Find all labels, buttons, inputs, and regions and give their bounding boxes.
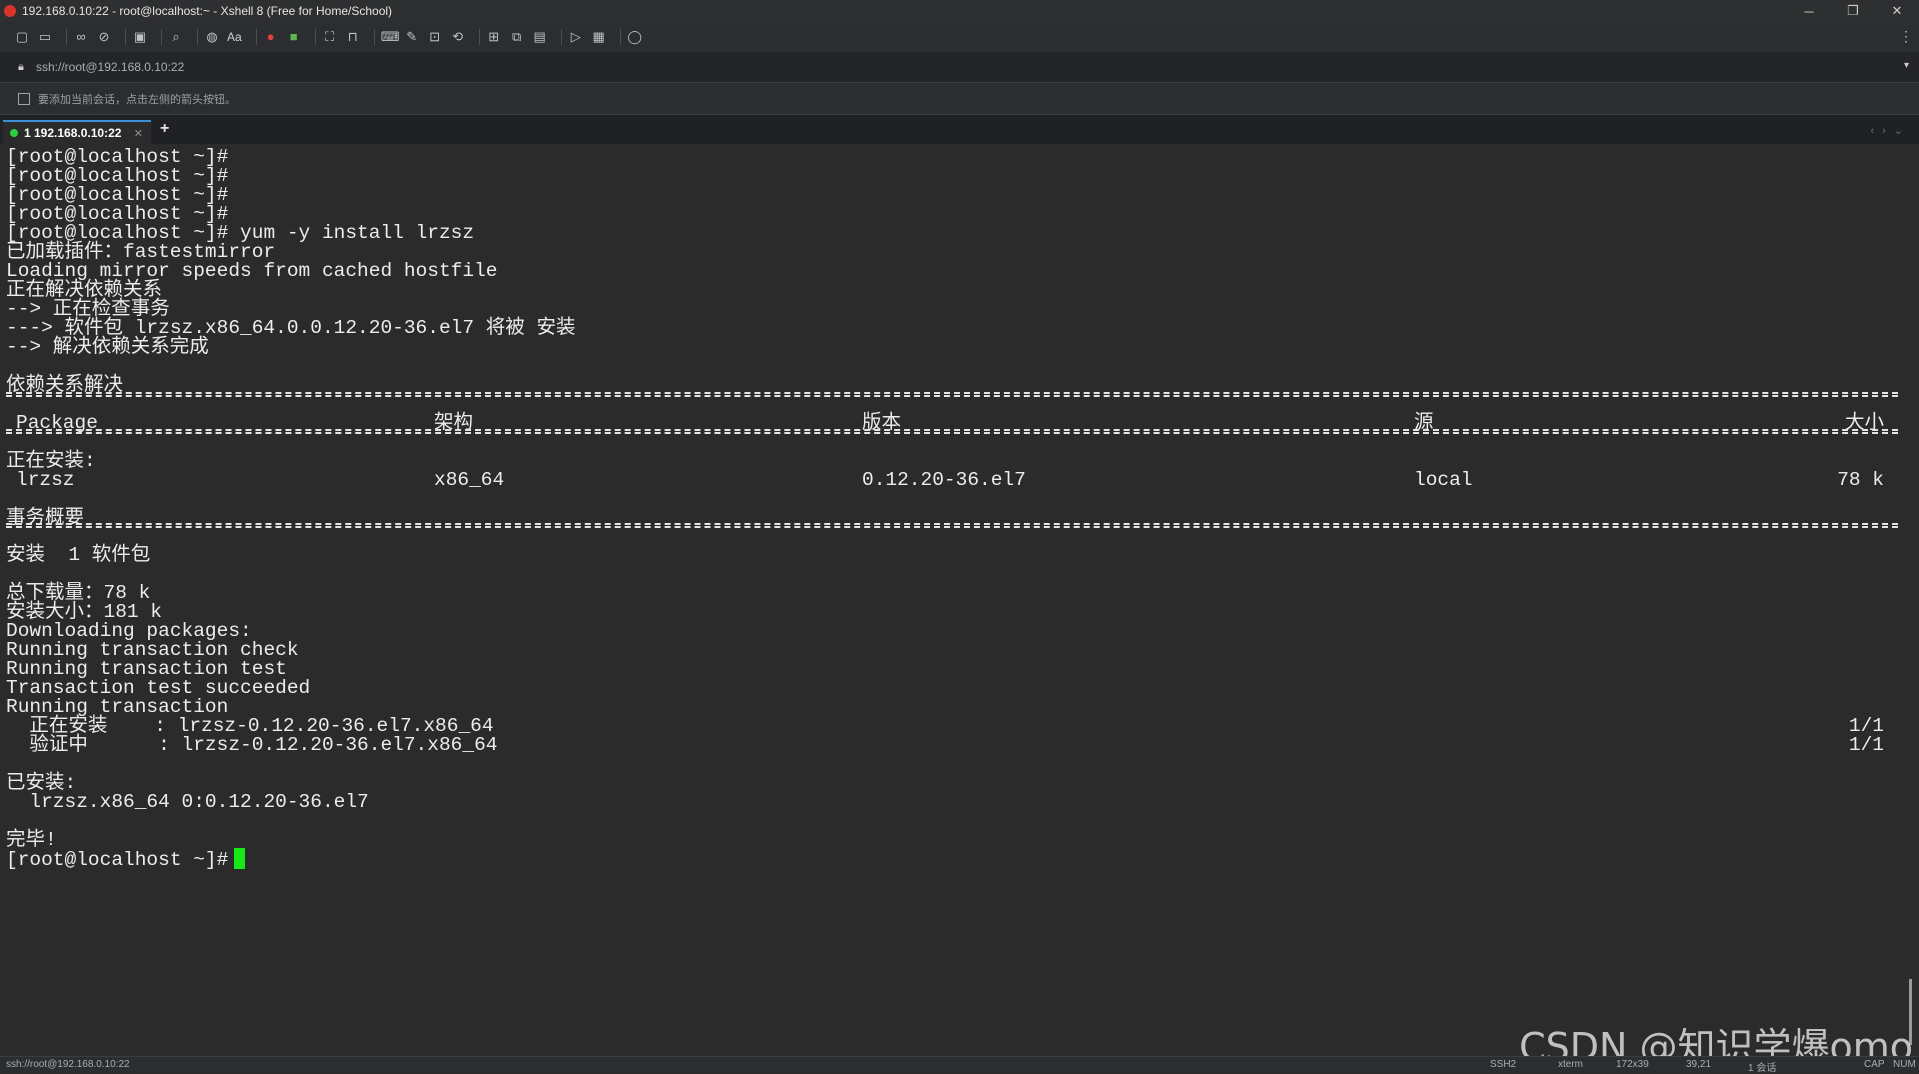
prompt-text: [root@localhost ~]# xyxy=(6,849,229,871)
hint-bar: 要添加当前会话，点击左侧的箭头按钮。 xyxy=(0,82,1919,114)
install-count: 安装 1 软件包 xyxy=(6,544,151,566)
package-size: 78 k xyxy=(1837,469,1884,491)
font-button[interactable]: Aa xyxy=(227,30,242,44)
tile-icon[interactable]: ⧉ xyxy=(509,29,525,45)
toolbar: ▢ ▭ ∞ ⊘ ▣ ⌕ ◍ Aa ● ■ ⛶ ⊓ ⌨ ✎ ⊡ ⟲ ⊞ ⧉ ▤ ▷… xyxy=(0,22,1919,52)
status-bar: ssh://root@192.168.0.10:22 SSH2 xterm 17… xyxy=(0,1056,1919,1074)
tab-bar: 1 192.168.0.10:22 ✕ + ‹›⌄ xyxy=(0,114,1919,144)
disconnect-icon[interactable]: ⊘ xyxy=(96,29,112,45)
lock-screen-icon[interactable]: ⊓ xyxy=(345,29,361,45)
progress-count: 1/1 xyxy=(1848,734,1884,756)
globe-icon[interactable]: ◍ xyxy=(204,29,220,45)
terminal-line: --> 解决依赖关系完成 xyxy=(6,336,209,358)
tab-close-icon[interactable]: ✕ xyxy=(134,127,143,140)
terminal-output[interactable]: [root@localhost ~]# [root@localhost ~]# … xyxy=(0,146,1902,1056)
reconnect-icon[interactable]: ∞ xyxy=(73,29,89,45)
search-icon[interactable]: ⌕ xyxy=(168,29,184,45)
keyboard-icon[interactable]: ⌨ xyxy=(381,29,400,45)
more-options-icon[interactable]: ⋮ xyxy=(1899,28,1913,45)
status-term: xterm xyxy=(1558,1059,1583,1070)
installed-package: lrzsz.x86_64 0:0.12.20-36.el7 xyxy=(6,791,369,813)
xftp-icon[interactable]: ● xyxy=(263,29,279,45)
open-folder-icon[interactable]: ▭ xyxy=(37,29,53,45)
new-window-icon[interactable]: ⊞ xyxy=(486,29,502,45)
toolbar-divider xyxy=(255,29,257,45)
new-session-icon[interactable]: ▢ xyxy=(14,29,30,45)
connected-status-icon xyxy=(10,129,18,137)
window-title: 192.168.0.10:22 - root@localhost:~ - Xsh… xyxy=(22,4,393,18)
toolbar-divider xyxy=(478,29,480,45)
status-address: ssh://root@192.168.0.10:22 xyxy=(6,1059,130,1070)
status-cursor-pos: 39,21 xyxy=(1686,1059,1712,1070)
terminal-scrollbar[interactable] xyxy=(1902,146,1919,1056)
toolbar-divider xyxy=(314,29,316,45)
file-transfer-icon[interactable]: ■ xyxy=(286,29,302,45)
toolbar-divider xyxy=(66,29,67,45)
hint-text: 要添加当前会话，点击左侧的箭头按钮。 xyxy=(38,93,236,106)
package-name: lrzsz xyxy=(16,469,75,491)
tab-session-1[interactable]: 1 192.168.0.10:22 ✕ xyxy=(3,120,151,144)
help-icon[interactable]: ◯ xyxy=(627,29,643,45)
status-cap: CAP xyxy=(1864,1059,1885,1070)
status-ssh: SSH2 xyxy=(1490,1059,1517,1070)
prompt-line[interactable]: [root@localhost ~]# xyxy=(6,848,246,871)
package-arch: x86_64 xyxy=(434,469,505,491)
separator-line xyxy=(6,429,1898,434)
toolbar-divider xyxy=(560,29,562,45)
fullscreen-icon[interactable]: ⛶ xyxy=(322,29,338,45)
script-icon[interactable]: ⊡ xyxy=(427,29,443,45)
add-session-icon[interactable] xyxy=(18,92,30,105)
lock-icon: 🔒︎ xyxy=(18,61,24,73)
tab-label: 1 192.168.0.10:22 xyxy=(24,126,122,140)
tab-navigation-icons[interactable]: ‹›⌄ xyxy=(1870,124,1911,137)
toolbar-divider xyxy=(373,29,375,45)
new-tab-button[interactable]: + xyxy=(160,120,169,138)
close-button[interactable]: ✕ xyxy=(1875,0,1919,22)
compose-icon[interactable]: ✎ xyxy=(404,29,420,45)
toolbar-divider xyxy=(161,29,162,45)
address-bar[interactable]: 🔒︎ ssh://root@192.168.0.10:22 ▾ xyxy=(0,52,1919,82)
package-repo: local xyxy=(1414,469,1473,491)
restore-button[interactable]: ❐ xyxy=(1831,0,1875,22)
address-dropdown-icon[interactable]: ▾ xyxy=(1904,60,1909,71)
toolbar-divider xyxy=(125,29,126,45)
macro-icon[interactable]: ⟲ xyxy=(450,29,466,45)
status-size: 172x39 xyxy=(1616,1059,1649,1070)
separator-line xyxy=(6,523,1898,528)
progress-line-verifying: 验证中 : lrzsz-0.12.20-36.el7.x86_64 xyxy=(6,734,498,756)
package-version: 0.12.20-36.el7 xyxy=(862,469,1026,491)
toolbar-divider xyxy=(619,29,621,45)
log-icon[interactable]: ▤ xyxy=(532,29,548,45)
minimize-button[interactable]: ─ xyxy=(1787,0,1831,22)
send-icon[interactable]: ▷ xyxy=(568,29,584,45)
title-bar: 192.168.0.10:22 - root@localhost:~ - Xsh… xyxy=(0,0,1919,22)
window-controls: ─ ❐ ✕ xyxy=(1787,0,1919,22)
layout-icon[interactable]: ▦ xyxy=(591,29,607,45)
toolbar-divider xyxy=(197,29,198,45)
terminal-cursor xyxy=(234,848,246,869)
separator-line xyxy=(6,392,1898,397)
xshell-logo-icon xyxy=(4,5,16,17)
address-text[interactable]: ssh://root@192.168.0.10:22 xyxy=(36,60,184,74)
copy-icon[interactable]: ▣ xyxy=(132,29,148,45)
status-num: NUM xyxy=(1893,1059,1916,1070)
